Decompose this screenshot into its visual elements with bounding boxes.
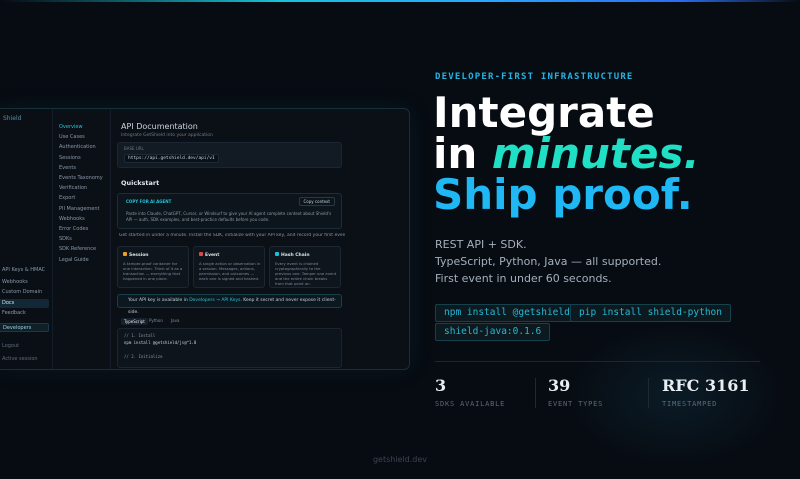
concept-card: Session A tamper-proof container for one … xyxy=(117,246,189,288)
api-key-notice: Your API key is available in Developers … xyxy=(117,294,342,315)
sidebar-item[interactable]: API Keys & HMAC xyxy=(0,266,49,275)
docs-nav-item[interactable]: PII Management xyxy=(59,205,100,213)
docs-nav-item[interactable]: SDK Reference xyxy=(59,245,96,253)
top-accent-line xyxy=(0,0,800,2)
code-language-tabs: TypeScript Python Java xyxy=(121,318,241,326)
footer-domain: getshield.dev xyxy=(372,455,428,464)
headline-line-3: Ship proof. xyxy=(433,170,693,219)
docs-nav-item[interactable]: Webhooks xyxy=(59,215,85,223)
docs-nav-item[interactable]: SDKs xyxy=(59,235,72,243)
stat-number: RFC 3161 xyxy=(662,376,750,395)
docs-nav-item[interactable]: Legal Guide xyxy=(59,256,89,264)
stat-timestamped: RFC 3161 TIMESTAMPED xyxy=(662,376,750,408)
stat-number: 3 xyxy=(435,376,447,395)
base-url-value[interactable]: https://api.getshield.dev/api/v1 xyxy=(124,154,219,163)
docs-sidebar: Overview Use Cases Authentication Sessions E… xyxy=(55,109,111,369)
stat-label: TIMESTAMPED xyxy=(662,400,718,408)
docs-nav-item[interactable]: Use Cases xyxy=(59,133,85,141)
code-line: // 2. Initialize xyxy=(124,354,163,359)
desc-line: TypeScript, Python, Java — all supported… xyxy=(435,255,662,268)
concept-description: A single action or observation in a sess… xyxy=(199,261,261,281)
concept-icon xyxy=(275,252,279,256)
sidebar-brand: Shield xyxy=(3,115,22,122)
docs-nav-item[interactable]: Sessions xyxy=(59,154,81,162)
sidebar-item[interactable]: Feedback xyxy=(0,309,49,318)
copy-context-button[interactable]: Copy context xyxy=(298,197,335,206)
hero-eyebrow: DEVELOPER-FIRST INFRASTRUCTURE xyxy=(435,72,634,82)
sidebar-item[interactable]: Custom Domain xyxy=(0,288,49,297)
docs-nav-item[interactable]: Events Taxonomy xyxy=(59,174,103,182)
concept-description: Every event is chained cryptographically… xyxy=(275,261,337,286)
sidebar-item[interactable]: Webhooks xyxy=(0,278,49,287)
code-line: // 1. Install xyxy=(124,333,156,338)
hero-headline: Integrate in minutes. Ship proof. xyxy=(433,88,700,219)
headline-line-1: Integrate xyxy=(433,88,655,137)
docs-subtitle: Integrate GetShield into your applicatio… xyxy=(121,133,213,138)
concept-icon xyxy=(123,252,127,256)
stat-event-types: 39 EVENT TYPES xyxy=(548,376,603,408)
sidebar-item[interactable]: Active session xyxy=(0,355,49,364)
stat-number: 39 xyxy=(548,376,571,395)
docs-nav-item[interactable]: Export xyxy=(59,194,75,202)
developers-api-keys-link[interactable]: Developers → API Keys xyxy=(189,298,240,303)
desc-line: REST API + SDK. xyxy=(435,238,527,251)
ai-agent-title: COPY FOR AI AGENT xyxy=(126,199,172,204)
docs-nav-item[interactable]: Events xyxy=(59,164,76,172)
code-line: npm install @getshield/js@^1.0 xyxy=(124,340,197,345)
concept-title: Event xyxy=(205,253,220,258)
stat-sdks: 3 SDKS AVAILABLE xyxy=(435,376,505,408)
concept-card: Event A single action or observation in a… xyxy=(193,246,265,288)
docs-main: API Documentation Integrate GetShield in… xyxy=(113,109,409,369)
docs-nav-item[interactable]: Authentication xyxy=(59,143,96,151)
concept-title: Hash Chain xyxy=(281,253,310,258)
docs-nav-item[interactable]: Error Codes xyxy=(59,225,88,233)
desc-line: First event in under 60 seconds. xyxy=(435,272,612,285)
concept-description: A tamper-proof container for one interac… xyxy=(123,261,183,281)
concept-card: Hash Chain Every event is chained cryptog… xyxy=(269,246,341,288)
docs-title: API Documentation xyxy=(121,122,198,131)
stat-separator xyxy=(535,378,536,408)
product-screenshot: Shield OverviewSessionsSettingsAPI Keys … xyxy=(0,108,410,370)
concept-icon xyxy=(199,252,203,256)
stat-separator xyxy=(648,378,649,408)
ai-agent-description: Paste into Claude, ChatGPT, Cursor, or W… xyxy=(126,211,332,222)
sidebar-item[interactable]: Logout xyxy=(0,342,49,351)
install-chip-java[interactable]: shield-java:0.1.6 xyxy=(435,323,551,341)
quickstart-intro: Get started in under a minute. Install t… xyxy=(119,233,345,238)
stat-label: SDKS AVAILABLE xyxy=(435,400,506,408)
base-url-label: BASE URL xyxy=(124,146,144,151)
sidebar-item[interactable]: Docs xyxy=(0,299,49,308)
primary-sidebar: Shield OverviewSessionsSettingsAPI Keys … xyxy=(0,109,53,369)
install-chip-pip[interactable]: pip install shield-python xyxy=(570,304,731,322)
docs-nav-item[interactable]: Overview xyxy=(59,123,83,131)
tab-typescript[interactable]: TypeScript xyxy=(121,318,148,325)
stat-label: EVENT TYPES xyxy=(548,400,604,408)
headline-line-2: in minutes. xyxy=(433,129,700,178)
tab-python[interactable]: Python xyxy=(149,318,163,323)
concept-title: Session xyxy=(129,253,149,258)
hero-description: REST API + SDK. TypeScript, Python, Java… xyxy=(435,236,661,287)
docs-nav-item[interactable]: Verification xyxy=(59,184,87,192)
stats-divider xyxy=(435,361,760,362)
sidebar-item[interactable]: Developers xyxy=(0,323,49,332)
code-block: // 1. Install npm install @getshield/js@… xyxy=(117,328,342,368)
ai-agent-box: COPY FOR AI AGENT Copy context Paste int… xyxy=(117,193,342,229)
base-url-box: BASE URL https://api.getshield.dev/api/v… xyxy=(117,142,342,168)
quickstart-heading: Quickstart xyxy=(121,179,160,187)
tab-java[interactable]: Java xyxy=(171,318,179,323)
